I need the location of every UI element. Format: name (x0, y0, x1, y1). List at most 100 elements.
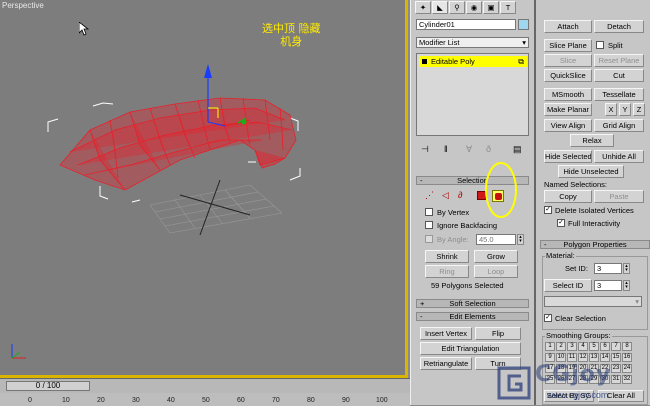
quickslice-button[interactable]: QuickSlice (544, 69, 592, 82)
modify-tab-icon[interactable]: ◣ (432, 1, 448, 14)
perspective-viewport[interactable]: Perspective 选中顶 隐藏 机身 (0, 0, 408, 378)
vertex-mode-icon[interactable]: ⋰ (425, 190, 434, 201)
edit-elements-rollout-header[interactable]: - Edit Elements (416, 312, 529, 321)
ruler-tick: 80 (307, 397, 315, 404)
utilities-tab-icon[interactable]: T (500, 1, 516, 14)
flip-button[interactable]: Flip (475, 327, 521, 340)
sg-button[interactable]: 11 (567, 353, 577, 362)
shrink-button[interactable]: Shrink (425, 250, 469, 263)
y-button[interactable]: Y (619, 103, 631, 116)
set-id-field[interactable]: 3 (594, 263, 622, 274)
msmooth-button[interactable]: MSmooth (544, 88, 592, 101)
ruler-tick: 100 (376, 397, 388, 404)
sg-button[interactable]: 5 (589, 342, 599, 351)
pin-stack-icon[interactable]: ⊣ (421, 144, 429, 155)
by-angle-checkbox[interactable] (425, 235, 433, 243)
hide-unselected-button[interactable]: Hide Unselected (558, 165, 624, 178)
angle-field[interactable]: 45.0 (476, 234, 516, 245)
sg-button[interactable]: 6 (600, 342, 610, 351)
sg-button[interactable]: 9 (545, 353, 555, 362)
by-vertex-checkbox[interactable] (425, 208, 433, 216)
stack-toolbar: ⊣ ‖ ∀ ð ▤ (416, 142, 529, 156)
grid-align-button[interactable]: Grid Align (594, 119, 644, 132)
tessellate-button[interactable]: Tessellate (594, 88, 644, 101)
sg-button[interactable]: 15 (611, 353, 621, 362)
hide-selected-button[interactable]: Hide Selected (544, 150, 592, 163)
delete-isolated-checkbox[interactable]: ✓ (544, 206, 552, 214)
polygon-properties-rollout-header[interactable]: - Polygon Properties (540, 240, 650, 249)
sg-button[interactable]: 3 (567, 342, 577, 351)
sg-button[interactable]: 14 (600, 353, 610, 362)
modifier-stack[interactable]: Editable Poly ⧉ (416, 53, 529, 136)
soft-selection-title: Soft Selection (449, 299, 496, 308)
view-align-button[interactable]: View Align (544, 119, 592, 132)
annotation-text: 选中顶 隐藏 机身 (262, 22, 321, 48)
retriangulate-button[interactable]: Retriangulate (420, 357, 472, 370)
hierarchy-tab-icon[interactable]: ⚲ (449, 1, 465, 14)
clear-selection-checkbox[interactable]: ✓ (544, 314, 552, 322)
editable-poly-mesh (59, 97, 297, 191)
motion-tab-icon[interactable]: ◉ (466, 1, 482, 14)
expand-icon[interactable] (422, 59, 427, 64)
detach-button[interactable]: Detach (594, 20, 644, 33)
sg-button[interactable]: 16 (622, 353, 632, 362)
loop-button[interactable]: Loop (474, 265, 518, 278)
slice-plane-button[interactable]: Slice Plane (544, 39, 592, 52)
remove-modifier-icon[interactable]: ð (486, 144, 491, 154)
make-planar-button[interactable]: Make Planar (544, 103, 592, 116)
relax-button[interactable]: Relax (570, 134, 614, 147)
modifier-list-dropdown[interactable]: Modifier List ▾ (416, 37, 529, 48)
material-name-dropdown[interactable]: ▾ (544, 296, 642, 307)
slice-button[interactable]: Slice (544, 54, 592, 67)
sg-button[interactable]: 2 (556, 342, 566, 351)
edge-mode-icon[interactable]: ◁ (442, 190, 449, 201)
z-button[interactable]: Z (633, 103, 645, 116)
time-ruler[interactable]: 0 10 20 30 40 50 60 70 80 90 100 (0, 393, 410, 406)
grow-button[interactable]: Grow (474, 250, 518, 263)
paste-button[interactable]: Paste (594, 190, 644, 203)
soft-selection-rollout-header[interactable]: + Soft Selection (416, 299, 529, 308)
edit-triangulation-button[interactable]: Edit Triangulation (420, 342, 521, 355)
show-end-result-icon[interactable]: ‖ (444, 144, 448, 154)
sg-button[interactable]: 13 (589, 353, 599, 362)
sg-button[interactable]: 4 (578, 342, 588, 351)
sg-button[interactable]: 7 (611, 342, 621, 351)
timeline: 0 / 100 0 10 20 30 40 50 60 70 80 90 100 (0, 378, 410, 406)
split-checkbox[interactable] (596, 41, 604, 49)
sg-button[interactable]: 8 (622, 342, 632, 351)
configure-sets-icon[interactable]: ▤ (513, 144, 522, 155)
reset-plane-button[interactable]: Reset Plane (594, 54, 644, 67)
make-unique-icon[interactable]: ∀ (466, 144, 472, 155)
object-color-swatch[interactable] (518, 19, 529, 30)
object-name-field[interactable]: Cylinder01 (416, 19, 516, 30)
set-id-label: Set ID: (565, 264, 588, 273)
annotation-line-2: 机身 (280, 35, 303, 48)
stack-item-editable-poly[interactable]: Editable Poly ⧉ (419, 56, 527, 67)
unhide-all-button[interactable]: Unhide All (594, 150, 644, 163)
set-id-spinner[interactable]: ▴ ▾ (623, 263, 630, 274)
ruler-tick: 40 (167, 397, 175, 404)
ring-button[interactable]: Ring (425, 265, 469, 278)
copy-button[interactable]: Copy (544, 190, 592, 203)
cut-button[interactable]: Cut (594, 69, 644, 82)
attach-button[interactable]: Attach (544, 20, 592, 33)
ignore-backfacing-checkbox[interactable] (425, 221, 433, 229)
by-vertex-label: By Vertex (437, 208, 470, 217)
select-id-field[interactable]: 3 (594, 280, 622, 291)
full-interactivity-checkbox[interactable]: ✓ (557, 219, 565, 227)
sg-button[interactable]: 1 (545, 342, 555, 351)
sg-button[interactable]: 12 (578, 353, 588, 362)
time-slider[interactable]: 0 / 100 (6, 381, 90, 391)
create-tab-icon[interactable]: ✦ (415, 1, 431, 14)
insert-vertex-button[interactable]: Insert Vertex (420, 327, 472, 340)
ignore-backfacing-label: Ignore Backfacing (437, 221, 498, 230)
x-button[interactable]: X (605, 103, 617, 116)
border-mode-icon[interactable]: ∂ (458, 190, 462, 200)
edit-geometry-panel: Attach Detach Slice Plane Split Slice Re… (534, 0, 650, 405)
display-tab-icon[interactable]: ▣ (483, 1, 499, 14)
select-id-button[interactable]: Select ID (544, 279, 592, 292)
stack-item-type-icon: ⧉ (518, 57, 524, 66)
select-id-spinner[interactable]: ▴ ▾ (623, 280, 630, 291)
angle-spinner[interactable]: ▴ ▾ (517, 234, 524, 245)
sg-button[interactable]: 10 (556, 353, 566, 362)
